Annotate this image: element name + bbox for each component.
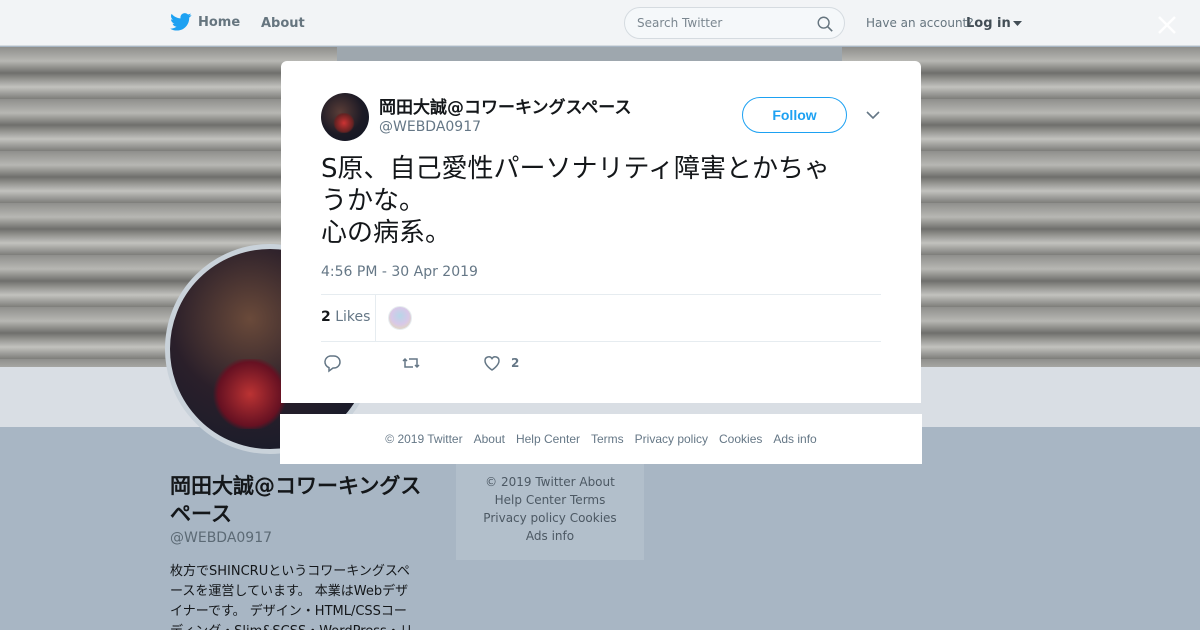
search-placeholder: Search Twitter bbox=[637, 16, 723, 30]
reply-icon[interactable] bbox=[322, 353, 342, 373]
profile-handle[interactable]: @WEBDA0917 bbox=[170, 530, 272, 546]
tweet-text: S原、自己愛性パーソナリティ障害とかちゃ うかな。 心の病系。 bbox=[321, 154, 830, 248]
likes-label: Likes bbox=[335, 309, 371, 325]
tweet-author-avatar[interactable] bbox=[321, 93, 369, 141]
footer-links: © 2019 Twitter About Help Center Terms P… bbox=[280, 432, 922, 446]
likes-stat[interactable]: 2 Likes bbox=[321, 309, 370, 325]
heart-icon[interactable] bbox=[482, 353, 502, 373]
nav-about-link[interactable]: About bbox=[261, 16, 305, 31]
login-label: Log in bbox=[966, 16, 1011, 31]
login-dropdown-button[interactable]: Log in bbox=[966, 16, 1022, 31]
twitter-bird-icon bbox=[170, 13, 192, 31]
tweet-modal: 岡田大誠@コワーキングスペース @WEBDA0917 Follow S原、自己愛… bbox=[281, 61, 921, 403]
bio-line: イナーです。 デザイン・HTML/CSSコー bbox=[170, 604, 407, 619]
nav-home-label: Home bbox=[198, 14, 241, 30]
have-account-text: Have an account? bbox=[866, 16, 974, 30]
chevron-down-icon[interactable] bbox=[865, 107, 881, 123]
footer-link-privacy[interactable]: Privacy policy bbox=[635, 432, 708, 446]
profile-bio: 枚方でSHINCRUというコワーキングスペ ースを運営しています。 本業はWeb… bbox=[170, 562, 432, 630]
tweet-author-name[interactable]: 岡田大誠@コワーキングスペース bbox=[379, 93, 631, 118]
sidebar-footer-line[interactable]: Ads info bbox=[456, 529, 644, 543]
divider bbox=[321, 294, 881, 295]
bio-line: ースを運営しています。 本業はWebデザ bbox=[170, 584, 409, 599]
search-input[interactable]: Search Twitter bbox=[624, 7, 845, 39]
top-navigation-bar: Home About Search Twitter Have an accoun… bbox=[0, 0, 1200, 46]
bio-line: 枚方でSHINCRUというコワーキングスペ bbox=[170, 564, 410, 579]
follow-button[interactable]: Follow bbox=[742, 97, 847, 133]
nav-home-link[interactable]: Home bbox=[170, 13, 240, 31]
bio-line: ディング・Slim&SCSS・WordPress・リ bbox=[170, 622, 432, 630]
likes-count: 2 bbox=[321, 309, 331, 325]
modal-footer: © 2019 Twitter About Help Center Terms P… bbox=[280, 414, 922, 464]
liker-avatar[interactable] bbox=[388, 306, 412, 330]
footer-link-terms[interactable]: Terms bbox=[591, 432, 624, 446]
footer-link-about[interactable]: About bbox=[474, 432, 505, 446]
divider bbox=[375, 294, 376, 341]
close-icon[interactable] bbox=[1152, 10, 1182, 40]
profile-name: 岡田大誠@コワーキングスペース bbox=[170, 474, 422, 526]
footer-link-cookies[interactable]: Cookies bbox=[719, 432, 762, 446]
sidebar-footer-line[interactable]: © 2019 Twitter About bbox=[456, 475, 644, 489]
footer-link-help-center[interactable]: Help Center bbox=[516, 432, 580, 446]
like-action-count: 2 bbox=[511, 356, 520, 370]
caret-down-icon bbox=[1012, 20, 1022, 26]
tweet-timestamp[interactable]: 4:56 PM - 30 Apr 2019 bbox=[321, 264, 478, 280]
retweet-icon[interactable] bbox=[401, 353, 421, 373]
footer-copyright: © 2019 Twitter bbox=[385, 432, 463, 446]
footer-link-ads-info[interactable]: Ads info bbox=[773, 432, 816, 446]
sidebar-footer-line[interactable]: Privacy policy Cookies bbox=[456, 511, 644, 525]
tweet-author-handle[interactable]: @WEBDA0917 bbox=[379, 119, 481, 135]
divider bbox=[321, 341, 881, 342]
sidebar-footer-line[interactable]: Help Center Terms bbox=[456, 493, 644, 507]
search-icon[interactable] bbox=[816, 15, 834, 33]
